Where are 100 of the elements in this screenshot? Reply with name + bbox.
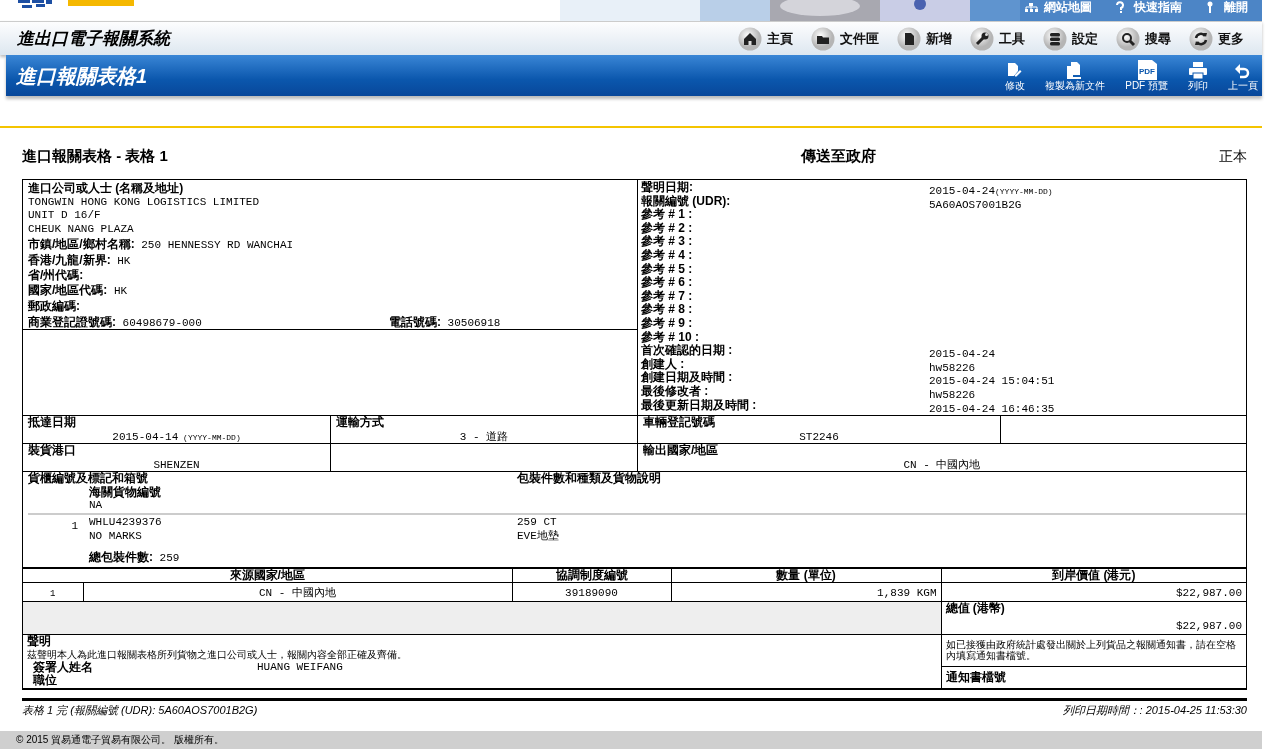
item-marks: NO MARKS xyxy=(89,529,143,544)
field-value: 2015-04-24 15:04:51 xyxy=(929,375,1055,388)
toolbar-button[interactable]: 修改 xyxy=(1005,61,1026,92)
nav-button[interactable]: 搜尋 xyxy=(1116,26,1171,51)
field-value: SHENZEN xyxy=(153,458,200,471)
form-destination: 傳送至政府 xyxy=(799,145,876,166)
field-label: 運輸方式 xyxy=(336,416,385,430)
top-link[interactable]: 網站地圖 xyxy=(1024,0,1092,14)
field-value: $22,987.00 xyxy=(1176,619,1242,632)
field-label: 海關貨物編號 xyxy=(89,485,162,500)
field-label: 首次確認的日期 : xyxy=(641,344,734,358)
item-description: 259 CT xyxy=(517,516,558,530)
field-value: HUANG WEIFANG xyxy=(257,660,343,675)
field-label: 職位 xyxy=(32,674,57,689)
field-value: 2015-04-24 16:46:35 xyxy=(929,402,1055,415)
nav-button[interactable]: 新增 xyxy=(897,26,952,51)
field-value: CN - 中國內地 xyxy=(903,458,981,471)
edit-icon xyxy=(1006,61,1025,80)
field-value: 259 xyxy=(158,551,180,564)
refresh-icon xyxy=(1189,26,1213,51)
table-cell: $22,987.00 xyxy=(1176,586,1242,599)
field-label: 商業登記證號碼: xyxy=(28,315,116,330)
copy-type: 正本 xyxy=(1219,146,1247,166)
column-header: 協調制度編號 xyxy=(555,567,628,582)
nav-button[interactable]: 更多 xyxy=(1189,26,1244,51)
item-description: EVE地墊 xyxy=(517,529,559,544)
system-title: 進出口電子報關系統 xyxy=(17,27,170,50)
toolbar-button[interactable]: 列印 xyxy=(1188,61,1208,92)
top-link[interactable]: 快速指南 xyxy=(1114,0,1182,14)
toolbar-button[interactable]: 上一頁 xyxy=(1228,61,1258,92)
wrench-icon xyxy=(970,26,994,51)
home-icon xyxy=(738,26,762,51)
table-cell: 39189090 xyxy=(565,586,618,599)
search-icon xyxy=(1116,26,1140,51)
statement-text: 茲聲明本人為此進口報關表格所列貨物之進口公司或人士，報關內容全部正確及齊備。 xyxy=(27,648,408,660)
column-header: 來源國家/地區 xyxy=(229,567,305,582)
address-line: UNIT D 16/F xyxy=(28,209,102,224)
field-label: 電話號碼: xyxy=(389,315,441,330)
field-label: 參考 # 9 : xyxy=(641,316,694,331)
field-label: 聲明日期: xyxy=(641,181,694,195)
field-label: 車輛登記號碼 xyxy=(643,416,716,430)
document-icon xyxy=(897,26,921,51)
field-label: 創建人 : xyxy=(641,357,686,371)
field-value: HK xyxy=(116,254,131,267)
field-value: 2015-04-24 xyxy=(929,185,995,197)
field-label: 參考 # 10 : xyxy=(641,330,701,344)
item-marks: WHLU4239376 xyxy=(89,516,163,530)
address-line: CHEUK NANG PLAZA xyxy=(28,223,135,237)
top-link[interactable]: 離開 xyxy=(1204,0,1248,14)
field-label: 總值 (港幣) xyxy=(945,602,1006,616)
field-label: 輸出國家/地區 xyxy=(643,444,720,458)
format-hint: (YYYY-MM-DD) xyxy=(995,187,1053,196)
section-heading: 貨櫃編號及標記和箱號 xyxy=(28,472,149,486)
address-line: TONGWIN HONG KONG LOGISTICS LIMITED xyxy=(28,195,261,210)
table-cell: CN - 中國內地 xyxy=(259,586,336,599)
database-icon xyxy=(1043,26,1067,51)
column-header: 數量 (單位) xyxy=(776,567,836,582)
footer-text: 表格 1 完 (報關編號 (UDR): 5A60AOS7001B2G) xyxy=(22,703,258,719)
field-label: 參考 # 3 : xyxy=(641,235,694,249)
toolbar-button[interactable]: PDF PDF 預覽 xyxy=(1125,59,1168,92)
sitemap-icon xyxy=(1024,1,1038,13)
section-heading: 進口公司或人士 (名稱及地址) xyxy=(28,182,185,196)
nav-button[interactable]: 設定 xyxy=(1043,26,1098,51)
field-value: hw58226 xyxy=(929,388,976,401)
field-value: ST2246 xyxy=(799,430,839,443)
copyright-text: © 2015 貿易通電子貿易有限公司。 版權所有。 xyxy=(0,730,1262,749)
field-label: 參考 # 7 : xyxy=(641,289,694,303)
nav-button[interactable]: 主頁 xyxy=(738,26,793,51)
section-heading: 包裝件數和種類及貨物說明 xyxy=(517,472,661,486)
item-number: 1 xyxy=(71,520,78,533)
field-label: 最後更新日期及時間 : xyxy=(641,398,758,414)
field-label: 最後修改者 : xyxy=(641,384,710,399)
field-label: 參考 # 8 : xyxy=(641,303,694,317)
field-value: 2015-04-14 xyxy=(112,430,179,443)
toolbar-button[interactable]: 複製為新文件 xyxy=(1045,61,1106,92)
field-label: 郵政編碼: xyxy=(28,298,80,313)
field-label: 市鎮/地區/鄉村名稱: xyxy=(28,236,135,251)
field-label: 通知書檔號 xyxy=(945,670,1006,685)
pdf-icon: PDF xyxy=(1135,59,1158,80)
field-value: NA xyxy=(89,499,104,514)
row-number: 1 xyxy=(50,588,56,599)
nav-button[interactable]: 工具 xyxy=(970,26,1025,51)
field-label: 總包裝件數: xyxy=(89,549,153,564)
field-label: 抵達日期 xyxy=(28,416,77,430)
field-label: 參考 # 4 : xyxy=(641,248,694,263)
printer-icon xyxy=(1189,61,1207,80)
field-value: 60498679-000 xyxy=(121,317,202,330)
field-label: 創建日期及時間 : xyxy=(641,371,734,385)
field-value: 30506918 xyxy=(446,317,501,330)
field-value: 2015-04-24 xyxy=(929,348,995,361)
field-label: 香港/九龍/新界: xyxy=(28,252,111,267)
field-label: 參考 # 6 : xyxy=(641,276,694,290)
field-value: hw58226 xyxy=(929,361,976,374)
page-title: 進口報關表格1 xyxy=(16,63,148,89)
nav-button[interactable]: 文件匣 xyxy=(811,26,879,51)
form-title: 進口報關表格 - 表格 1 xyxy=(22,145,168,166)
column-header: 到岸價值 (港元) xyxy=(1052,567,1136,582)
field-value: HK xyxy=(112,284,128,297)
field-value: 250 HENNESSY RD WANCHAI xyxy=(140,238,294,251)
field-label: 國家/地區代碼: xyxy=(28,282,108,297)
